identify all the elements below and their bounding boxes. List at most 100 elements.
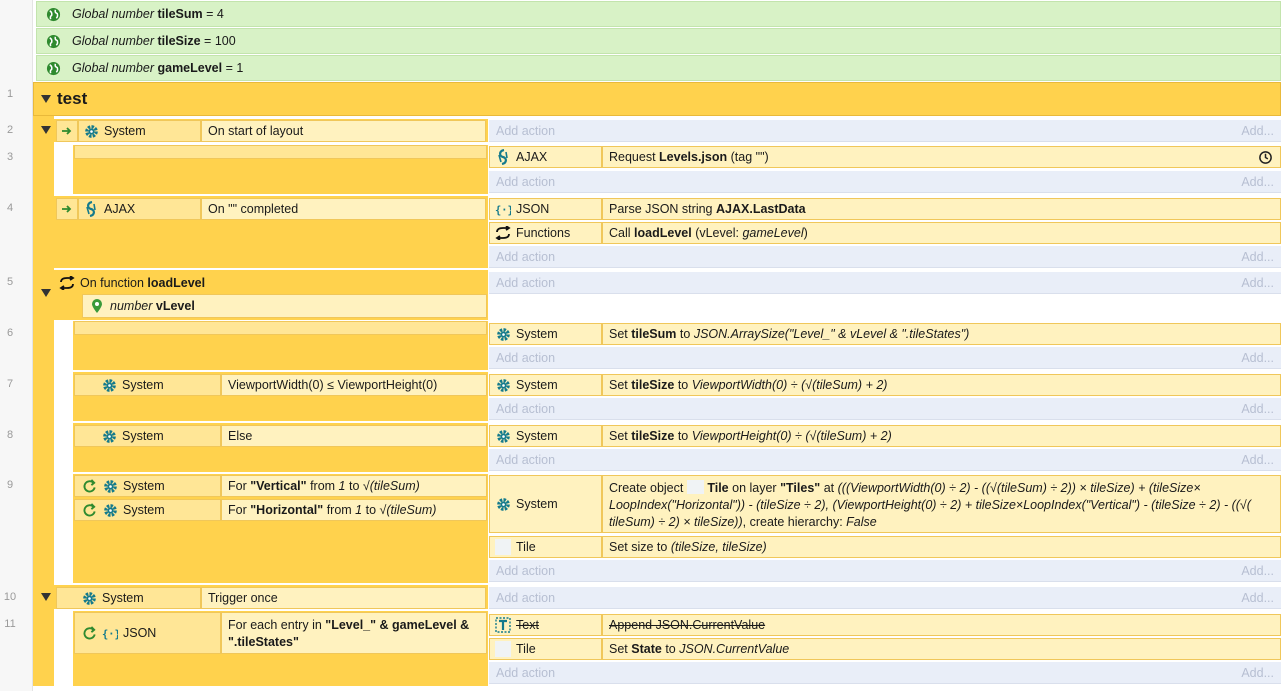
function-name: loadLevel	[634, 226, 692, 240]
event-9-condition-vertical[interactable]: System For "Vertical" from 1 to √(tileSu…	[74, 475, 487, 497]
event-4-condition[interactable]: AJAX On "" completed	[56, 198, 486, 220]
empty-condition[interactable]	[74, 145, 487, 159]
global-value: = 1	[225, 61, 244, 75]
expression: (tileSize, tileSize)	[670, 540, 767, 554]
loop-icon	[81, 502, 97, 518]
add-more-label: Add...	[1241, 249, 1274, 264]
add-action-label: Add action	[496, 563, 556, 578]
event-11-action-append-disabled[interactable]: Text Append JSON.CurrentValue	[489, 614, 1281, 636]
function-header[interactable]: On function loadLevel	[56, 272, 486, 294]
action-verb: Create object	[609, 481, 684, 495]
object-name: JSON	[516, 202, 550, 216]
location-pin-icon	[89, 298, 105, 314]
collapse-arrow-icon[interactable]	[41, 126, 51, 134]
function-parameter[interactable]: number vLevel	[82, 294, 487, 318]
json-icon: {·}	[102, 625, 118, 641]
loop-end: √(tileSum)	[362, 479, 420, 493]
function-keyword: On function	[80, 276, 144, 290]
expression: JSON.CurrentValue	[679, 642, 790, 656]
line-number: 9	[6, 479, 14, 491]
event-7-condition[interactable]: System ViewportWidth(0) ≤ ViewportHeight…	[74, 374, 487, 396]
loop-keyword: For each entry in	[228, 618, 322, 632]
event-8-condition[interactable]: System Else	[74, 425, 487, 447]
add-action-row[interactable]: Add action Add...	[489, 171, 1281, 193]
add-action-row[interactable]: Add action Add...	[489, 272, 1281, 294]
action-verb: Parse JSON string	[609, 202, 713, 216]
object-name: Tile	[516, 540, 536, 554]
add-action-row[interactable]: Add action Add...	[489, 347, 1281, 369]
add-action-row[interactable]: Add action Add...	[489, 398, 1281, 420]
ajax-icon	[495, 149, 511, 165]
action-on-layer: on layer	[732, 481, 777, 495]
event-11-condition[interactable]: {·} JSON For each entry in "Level_" & gam…	[74, 612, 487, 654]
gear-icon	[102, 502, 118, 518]
variable-name: tileSize	[631, 378, 675, 392]
line-number: 6	[6, 327, 14, 339]
gear-icon	[81, 590, 97, 606]
functions-icon	[495, 225, 511, 241]
add-action-row[interactable]: Add action Add...	[489, 560, 1281, 582]
event-7-action-set[interactable]: System Set tileSize to ViewportWidth(0) …	[489, 374, 1281, 396]
position-expression: (((ViewportWidth(0) ÷ 2) - ((√(tileSum) …	[609, 481, 1251, 529]
object-name: JSON	[123, 626, 157, 640]
loop-to: to	[365, 503, 377, 517]
add-action-row[interactable]: Add action Add...	[489, 449, 1281, 471]
add-action-row[interactable]: Add action Add...	[489, 120, 1281, 142]
action-to: to	[677, 378, 689, 392]
global-variable-tilesum[interactable]: Global number tileSum = 4	[36, 1, 1281, 27]
action-to: to	[679, 327, 691, 341]
functions-icon	[59, 275, 75, 291]
collapse-arrow-icon[interactable]	[41, 593, 51, 601]
tile-sprite-icon	[495, 641, 511, 657]
add-action-row[interactable]: Add action Add...	[489, 246, 1281, 268]
collapse-arrow-icon[interactable]	[41, 289, 51, 297]
object-name: AJAX	[516, 150, 548, 164]
add-action-label: Add action	[496, 452, 556, 467]
global-variable-gamelevel[interactable]: Global number gameLevel = 1	[36, 55, 1281, 81]
event-4-action-call[interactable]: Functions Call loadLevel (vLevel: gameLe…	[489, 222, 1281, 244]
event-8-action-set[interactable]: System Set tileSize to ViewportHeight(0)…	[489, 425, 1281, 447]
add-action-row[interactable]: Add action Add...	[489, 662, 1281, 684]
global-keyword: Global number	[72, 61, 154, 75]
global-name: gameLevel	[157, 61, 223, 75]
object-name: System	[104, 124, 146, 138]
empty-condition[interactable]	[74, 321, 487, 335]
global-variable-tilesize[interactable]: Global number tileSize = 100	[36, 28, 1281, 54]
object-name: System	[123, 479, 165, 493]
event-10-condition[interactable]: System Trigger once	[56, 587, 486, 609]
loop-icon	[81, 625, 97, 641]
tile-sprite-icon	[495, 539, 511, 555]
string-part: ".tileStates"	[228, 635, 299, 649]
action-file: Levels.json	[659, 150, 728, 164]
event-9-action-create[interactable]: System Create object Tile on layer "Tile…	[489, 475, 1281, 533]
object-name: Tile	[516, 642, 536, 656]
add-more-label: Add...	[1241, 401, 1274, 416]
object-name: System	[516, 378, 558, 392]
line-number: 3	[6, 151, 14, 163]
event-9-action-setsize[interactable]: Tile Set size to (tileSize, tileSize)	[489, 536, 1281, 558]
action-to: to	[677, 429, 689, 443]
object-name: Functions	[516, 226, 571, 240]
globe-icon	[45, 60, 61, 76]
event-11-action-set-state[interactable]: Tile Set State to JSON.CurrentValue	[489, 638, 1281, 660]
event-6-action-set[interactable]: System Set tileSum to JSON.ArraySize("Le…	[489, 323, 1281, 345]
layer-name: "Tiles"	[780, 481, 821, 495]
expression: ViewportWidth(0) ÷ (√(tileSum) + 2)	[691, 378, 888, 392]
event-4-action-parse[interactable]: {·} JSON Parse JSON string AJAX.LastData	[489, 198, 1281, 220]
svg-text:{·}: {·}	[495, 204, 511, 216]
event-group-header[interactable]: test	[33, 82, 1281, 116]
event-9-condition-horizontal[interactable]: System For "Horizontal" from 1 to √(tile…	[74, 499, 487, 521]
action-value: AJAX.LastData	[716, 202, 806, 216]
loop-from: from	[326, 503, 352, 517]
gear-icon	[101, 377, 117, 393]
event-2-condition[interactable]: System On start of layout	[56, 120, 486, 142]
event-3-action-request[interactable]: AJAX Request Levels.json (tag "")	[489, 146, 1281, 168]
loop-start: 1	[355, 503, 363, 517]
hierarchy-flag: False	[846, 515, 877, 529]
add-action-row[interactable]: Add action Add...	[489, 587, 1281, 609]
gear-icon	[495, 496, 511, 512]
action-to: to	[665, 642, 676, 656]
collapse-arrow-icon[interactable]	[41, 95, 51, 103]
add-action-label: Add action	[496, 350, 556, 365]
add-action-label: Add action	[496, 401, 556, 416]
